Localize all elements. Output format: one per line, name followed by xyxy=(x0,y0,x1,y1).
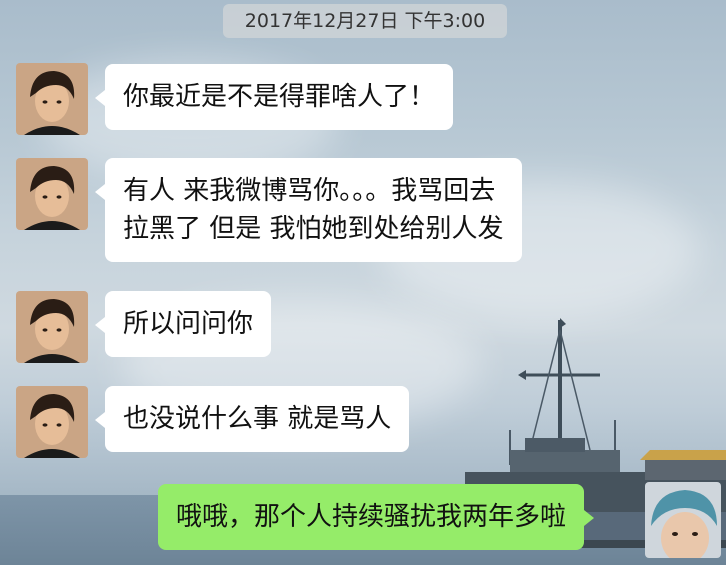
message-text: 你最近是不是得罪啥人了！ xyxy=(123,82,436,112)
message-bubble[interactable]: 所以问问你 xyxy=(94,291,272,357)
avatar-photo-icon xyxy=(16,158,88,230)
contact-avatar[interactable] xyxy=(16,291,88,363)
message-text: 拉黑了 但是 我怕她到处给别人发 xyxy=(123,214,504,244)
avatar-photo-icon xyxy=(16,386,88,458)
message-bubble[interactable]: 你最近是不是得罪啥人了！ xyxy=(94,64,454,130)
message-text: 哦哦，那个人持续骚扰我两年多啦 xyxy=(176,502,567,532)
message-text: 有人 来我微博骂你。。。我骂回去 xyxy=(123,176,496,206)
contact-avatar[interactable] xyxy=(16,63,88,135)
avatar-photo-icon xyxy=(16,63,88,135)
message-text: 也没说什么事 就是骂人 xyxy=(123,404,392,434)
self-avatar[interactable] xyxy=(645,482,721,558)
message-bubble[interactable]: 也没说什么事 就是骂人 xyxy=(94,386,410,452)
message-bubble-self[interactable]: 哦哦，那个人持续骚扰我两年多啦 xyxy=(158,484,595,550)
message-text: 所以问问你 xyxy=(123,309,254,339)
contact-avatar[interactable] xyxy=(16,158,88,230)
avatar-photo-icon xyxy=(645,482,721,558)
chat-timestamp: 2017年12月27日 下午3:00 xyxy=(223,4,507,38)
contact-avatar[interactable] xyxy=(16,386,88,458)
avatar-photo-icon xyxy=(16,291,88,363)
message-bubble[interactable]: 有人 来我微博骂你。。。我骂回去 拉黑了 但是 我怕她到处给别人发 xyxy=(95,158,522,262)
